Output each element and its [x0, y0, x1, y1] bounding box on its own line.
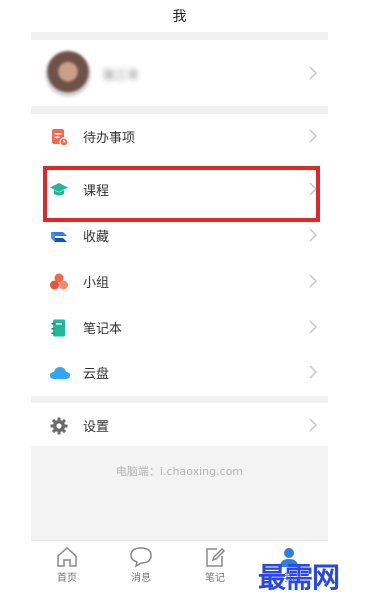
divider	[31, 106, 328, 114]
group-icon	[49, 272, 69, 292]
watermark-logo: 最需网	[258, 561, 340, 594]
gear-icon	[49, 416, 69, 436]
page-title: 我	[172, 9, 187, 25]
menu-item-label: 小组	[83, 276, 110, 291]
menu-item-label: 课程	[83, 184, 110, 199]
tab-label: 首页	[57, 573, 77, 584]
chevron-right-icon	[308, 228, 318, 242]
chat-bubble-icon	[130, 547, 152, 568]
menu-item-courses[interactable]: 课程	[31, 167, 328, 212]
edit-note-icon	[206, 547, 226, 567]
cloud-icon	[49, 363, 70, 383]
menu-item-label: 笔记本	[83, 322, 123, 337]
notebook-icon	[49, 318, 69, 338]
todo-icon	[49, 127, 69, 147]
menu-item-settings[interactable]: 设置	[31, 403, 328, 448]
chevron-right-icon	[308, 129, 318, 143]
menu-item-favorites[interactable]: 收藏	[31, 213, 328, 258]
menu-item-cloud-drive[interactable]: 云盘	[31, 350, 328, 395]
footer-area: 电脑端：i.chaoxing.com	[31, 446, 328, 540]
settings-label: 设置	[83, 420, 110, 435]
chevron-right-icon	[308, 365, 318, 379]
menu-item-label: 待办事项	[83, 131, 136, 146]
tab-label: 消息	[131, 573, 151, 584]
menu-item-todo[interactable]: 待办事项	[31, 114, 328, 159]
tab-label: 笔记	[205, 573, 225, 584]
tab-messages[interactable]: 消息	[119, 543, 163, 587]
divider	[31, 32, 328, 40]
menu-item-label: 收藏	[83, 230, 110, 245]
chevron-right-icon	[308, 320, 318, 334]
menu-item-notebook[interactable]: 笔记本	[31, 305, 328, 350]
chevron-right-icon	[308, 66, 318, 80]
avatar[interactable]	[45, 51, 91, 97]
tab-home[interactable]: 首页	[45, 543, 89, 587]
graduation-cap-icon	[49, 180, 69, 200]
pc-address-note: 电脑端：i.chaoxing.com	[115, 465, 244, 478]
home-icon	[57, 546, 77, 567]
chevron-right-icon	[308, 274, 318, 288]
menu-item-label: 云盘	[83, 367, 110, 382]
menu-item-groups[interactable]: 小组	[31, 259, 328, 304]
phone-screen: 我 张三丰 待办事项 课程 收藏 小组 笔记本 云盘 设置 电脑端：i.chao…	[31, 0, 328, 605]
chevron-right-icon	[308, 182, 318, 196]
tab-notes[interactable]: 笔记	[193, 543, 237, 587]
chevron-right-icon	[308, 418, 318, 432]
bookmark-stack-icon	[49, 226, 69, 246]
profile-name: 张三丰	[103, 68, 140, 82]
profile-row[interactable]: 张三丰	[31, 40, 328, 106]
